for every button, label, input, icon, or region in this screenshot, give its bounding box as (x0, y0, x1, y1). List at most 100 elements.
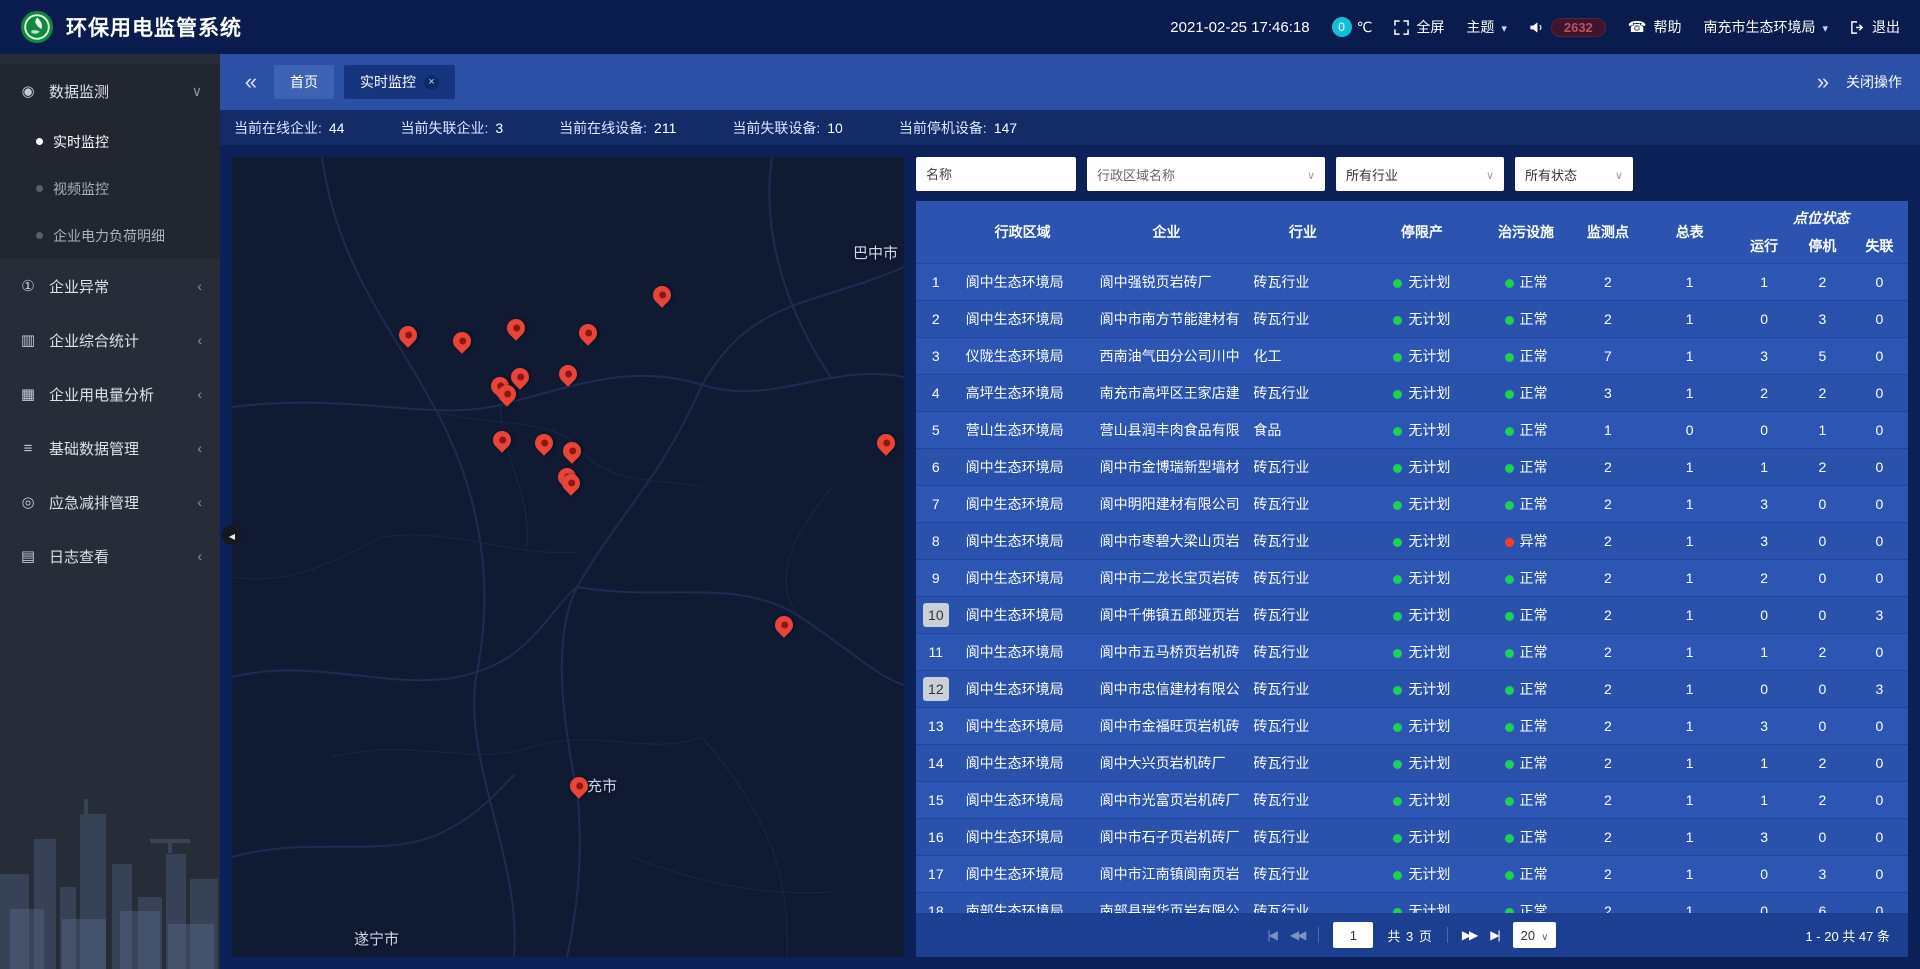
col-index (916, 201, 956, 263)
sidebar-item[interactable]: 实时监控 (0, 118, 220, 165)
table-row[interactable]: 2阆中生态环境局阆中市南方节能建材有砖瓦行业无计划正常21030 (916, 301, 1908, 338)
table-row[interactable]: 14阆中生态环境局阆中大兴页岩机砖厂砖瓦行业无计划正常21120 (916, 745, 1908, 782)
cell-points: 1 (1571, 412, 1645, 449)
sidebar-group[interactable]: ▥企业综合统计‹ (0, 313, 220, 367)
theme-dropdown[interactable]: 主题 (1466, 17, 1507, 37)
map-panel[interactable]: 巴中市南充市遂宁市 (232, 157, 904, 957)
fullscreen-button[interactable]: 全屏 (1394, 17, 1444, 37)
tabs-scroll-left-button[interactable] (238, 69, 264, 95)
first-page-button[interactable] (1268, 928, 1276, 942)
table-row[interactable]: 3仪陇生态环境局西南油气田分公司川中化工无计划正常71350 (916, 338, 1908, 375)
region-filter-select[interactable]: 行政区域名称 (1087, 157, 1325, 191)
logout-button[interactable]: 退出 (1850, 17, 1900, 37)
cell-meters: 1 (1645, 856, 1734, 893)
sidebar-item[interactable]: 视频监控 (0, 165, 220, 212)
table-header: 行政区域 企业 行业 停限产 治污设施 监测点 总表 点位状态 运行 (916, 201, 1908, 263)
col-industry[interactable]: 行业 (1243, 201, 1362, 263)
caret-down-icon (1501, 19, 1507, 35)
status-dot-green (1393, 316, 1402, 325)
alarm-count-badge[interactable]: 2632 (1551, 18, 1606, 37)
status-dot-green (1393, 612, 1402, 621)
help-button[interactable]: 帮助 (1628, 17, 1682, 37)
tabs-scroll-right-button[interactable] (1810, 69, 1836, 95)
table-row[interactable]: 17阆中生态环境局阆中市江南镇阆南页岩砖瓦行业无计划正常21030 (916, 856, 1908, 893)
cell-region: 仪陇生态环境局 (956, 338, 1090, 375)
tab-home[interactable]: 首页 (274, 65, 334, 99)
table-row[interactable]: 1阆中生态环境局阆中强锐页岩砖厂砖瓦行业无计划正常21120 (916, 264, 1908, 301)
table-row[interactable]: 5营山生态环境局营山县润丰肉食品有限食品无计划正常10010 (916, 412, 1908, 449)
cell-facility-status: 正常 (1481, 449, 1570, 486)
speaker-icon (1529, 20, 1544, 35)
col-meters[interactable]: 总表 (1645, 201, 1734, 263)
cell-facility-status: 正常 (1481, 708, 1570, 745)
alarm-widget[interactable]: 2632 (1529, 18, 1606, 37)
col-company[interactable]: 企业 (1090, 201, 1244, 263)
sidebar-group[interactable]: ▦企业用电量分析‹ (0, 367, 220, 421)
name-filter-input[interactable] (916, 157, 1076, 191)
prev-page-button[interactable] (1290, 928, 1304, 942)
facility-status-label: 正常 (1520, 792, 1548, 808)
col-lost[interactable]: 失联 (1851, 229, 1908, 263)
col-facility[interactable]: 治污设施 (1481, 201, 1570, 263)
table-row[interactable]: 7阆中生态环境局阆中明阳建材有限公司砖瓦行业无计划正常21300 (916, 486, 1908, 523)
close-operations-button[interactable]: 关闭操作 (1846, 72, 1902, 92)
status-filter-select[interactable]: 所有状态 (1515, 157, 1633, 191)
table-row[interactable]: 13阆中生态环境局阆中市金福旺页岩机砖砖瓦行业无计划正常21300 (916, 708, 1908, 745)
status-dot-green (1393, 797, 1402, 806)
sidebar-group-label: 应急减排管理 (49, 492, 197, 513)
table-row[interactable]: 16阆中生态环境局阆中市石子页岩机砖厂砖瓦行业无计划正常21300 (916, 819, 1908, 856)
cell-stop: 2 (1794, 264, 1851, 301)
organization-dropdown[interactable]: 南充市生态环境局 (1703, 17, 1828, 37)
page-number-input[interactable] (1333, 922, 1373, 948)
chevron-down-icon (1478, 167, 1494, 182)
cell-region: 阆中生态环境局 (956, 264, 1090, 301)
row-index-badge: 10 (923, 603, 949, 627)
table-row[interactable]: 4高坪生态环境局南充市高坪区王家店建砖瓦行业无计划正常31220 (916, 375, 1908, 412)
tab-realtime-monitor[interactable]: 实时监控 (344, 65, 455, 99)
table-row[interactable]: 12阆中生态环境局阆中市忠信建材有限公砖瓦行业无计划正常21003 (916, 671, 1908, 708)
table-body-scroll[interactable]: 1阆中生态环境局阆中强锐页岩砖厂砖瓦行业无计划正常211202阆中生态环境局阆中… (916, 263, 1908, 913)
fullscreen-icon (1394, 20, 1409, 35)
map-collapse-button[interactable] (222, 525, 242, 545)
cell-region: 阆中生态环境局 (956, 449, 1090, 486)
col-region[interactable]: 行政区域 (956, 201, 1090, 263)
col-stop[interactable]: 停机 (1794, 229, 1851, 263)
sidebar-group[interactable]: ①企业异常‹ (0, 259, 220, 313)
stat-item: 当前在线企业:44 (234, 118, 344, 138)
tab-close-icon[interactable] (424, 75, 439, 90)
cell-company: 阆中大兴页岩机砖厂 (1090, 745, 1244, 782)
table-row[interactable]: 6阆中生态环境局阆中市金博瑞新型墙材砖瓦行业无计划正常21120 (916, 449, 1908, 486)
table-row[interactable]: 15阆中生态环境局阆中市光富页岩机砖厂砖瓦行业无计划正常21120 (916, 782, 1908, 819)
facility-status-label: 正常 (1520, 348, 1548, 364)
chevron-left-icon: ‹ (197, 332, 202, 348)
table-row[interactable]: 11阆中生态环境局阆中市五马桥页岩机砖砖瓦行业无计划正常21120 (916, 634, 1908, 671)
temperature-unit: ℃ (1357, 19, 1373, 36)
cell-region: 高坪生态环境局 (956, 375, 1090, 412)
cell-company: 阆中明阳建材有限公司 (1090, 486, 1244, 523)
cell-meters: 0 (1645, 412, 1734, 449)
status-dot-green (1393, 575, 1402, 584)
col-run[interactable]: 运行 (1734, 229, 1794, 263)
industry-filter-select[interactable]: 所有行业 (1336, 157, 1504, 191)
cell-points: 2 (1571, 634, 1645, 671)
col-points[interactable]: 监测点 (1571, 201, 1645, 263)
sidebar-group[interactable]: ▤日志查看‹ (0, 529, 220, 583)
col-limit[interactable]: 停限产 (1362, 201, 1481, 263)
last-page-button[interactable] (1490, 928, 1498, 942)
sidebar-item[interactable]: 企业电力负荷明细 (0, 212, 220, 259)
cell-points: 2 (1571, 486, 1645, 523)
limit-status-label: 无计划 (1408, 903, 1450, 913)
next-page-button[interactable] (1462, 928, 1476, 942)
cell-points: 2 (1571, 560, 1645, 597)
sidebar-group[interactable]: ≡基础数据管理‹ (0, 421, 220, 475)
stat-label: 当前失联企业: (400, 120, 488, 136)
table-row[interactable]: 18南部生态环境局南部县瑞华页岩有限公砖瓦行业无计划正常21060 (916, 893, 1908, 914)
page-size-select[interactable]: 20 (1513, 922, 1557, 948)
sidebar-group[interactable]: ◉数据监测∨ (0, 64, 220, 118)
chevron-left-icon: ‹ (197, 386, 202, 402)
table-row[interactable]: 10阆中生态环境局阆中千佛镇五郎垭页岩砖瓦行业无计划正常21003 (916, 597, 1908, 634)
facility-status-label: 正常 (1520, 607, 1548, 623)
sidebar-group[interactable]: ◎应急减排管理‹ (0, 475, 220, 529)
table-row[interactable]: 8阆中生态环境局阆中市枣碧大梁山页岩砖瓦行业无计划异常21300 (916, 523, 1908, 560)
table-row[interactable]: 9阆中生态环境局阆中市二龙长宝页岩砖砖瓦行业无计划正常21200 (916, 560, 1908, 597)
